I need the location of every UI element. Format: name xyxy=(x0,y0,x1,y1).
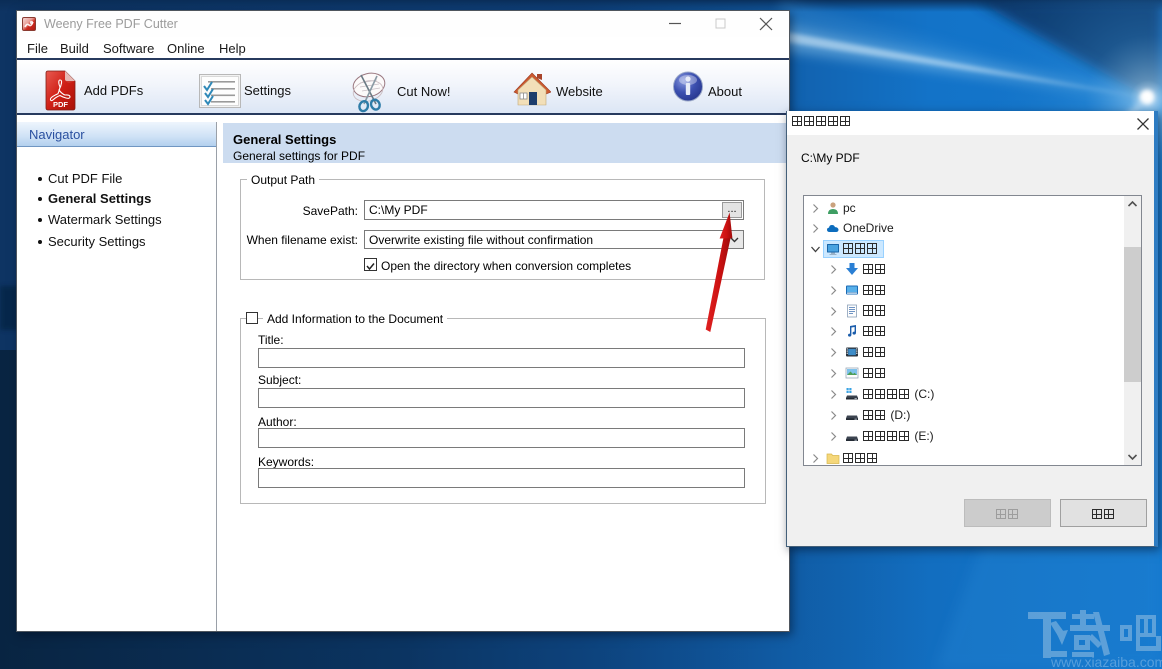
svg-text:PDF: PDF xyxy=(53,100,68,109)
